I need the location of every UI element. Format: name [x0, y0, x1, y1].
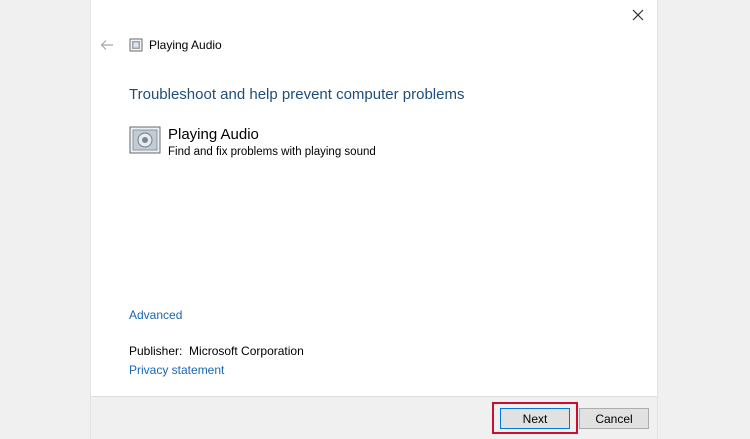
screenshot-stage: Playing Audio Troubleshoot and help prev…	[0, 0, 750, 439]
back-arrow-icon	[100, 40, 113, 50]
close-button[interactable]	[627, 4, 649, 26]
troubleshooter-item[interactable]: Playing Audio Find and fix problems with…	[129, 126, 376, 160]
window-title: Playing Audio	[149, 38, 222, 52]
dialog-footer	[91, 396, 657, 439]
cancel-button[interactable]: Cancel	[579, 408, 649, 429]
troubleshooter-icon	[129, 38, 143, 52]
item-title: Playing Audio	[168, 126, 259, 143]
privacy-statement-link[interactable]: Privacy statement	[129, 363, 224, 377]
back-button[interactable]	[99, 37, 115, 53]
troubleshooter-dialog: Playing Audio Troubleshoot and help prev…	[90, 0, 658, 439]
audio-troubleshooter-icon	[129, 126, 161, 154]
publisher-info: Publisher: Microsoft Corporation	[129, 344, 304, 358]
close-icon	[632, 9, 644, 21]
page-heading: Troubleshoot and help prevent computer p…	[129, 86, 465, 103]
item-description: Find and fix problems with playing sound	[168, 146, 376, 158]
advanced-link[interactable]: Advanced	[129, 308, 182, 322]
publisher-label: Publisher:	[129, 344, 183, 358]
next-button[interactable]: Next	[500, 408, 570, 429]
title-bar: Playing Audio	[99, 36, 222, 54]
publisher-value: Microsoft Corporation	[189, 344, 304, 358]
